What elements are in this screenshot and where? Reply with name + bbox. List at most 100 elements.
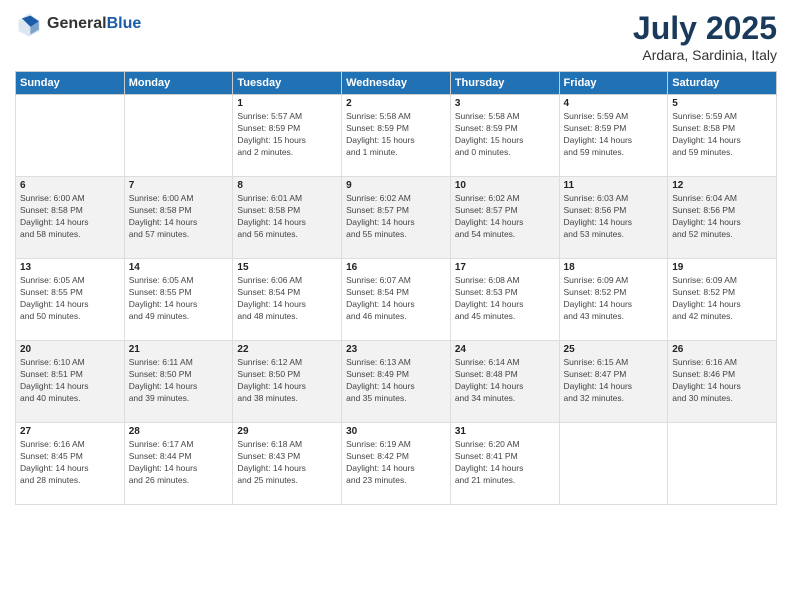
week-row-3: 13 Sunrise: 6:05 AM Sunset: 8:55 PM Dayli… [16,259,777,341]
day-info: Sunrise: 6:13 AM Sunset: 8:49 PM Dayligh… [346,357,446,405]
day-number: 6 [20,180,120,191]
day-info: Sunrise: 6:10 AM Sunset: 8:51 PM Dayligh… [20,357,120,405]
col-sunday: Sunday [16,72,125,95]
day-number: 22 [237,344,337,355]
table-cell: 1 Sunrise: 5:57 AM Sunset: 8:59 PM Daylig… [233,95,342,177]
day-number: 31 [455,426,555,437]
table-cell: 11 Sunrise: 6:03 AM Sunset: 8:56 PM Dayli… [559,177,668,259]
table-cell: 30 Sunrise: 6:19 AM Sunset: 8:42 PM Dayli… [342,423,451,505]
col-monday: Monday [124,72,233,95]
day-number: 13 [20,262,120,273]
logo-blue: Blue [107,15,142,32]
day-info: Sunrise: 6:07 AM Sunset: 8:54 PM Dayligh… [346,275,446,323]
day-number: 10 [455,180,555,191]
day-info: Sunrise: 6:15 AM Sunset: 8:47 PM Dayligh… [564,357,664,405]
week-row-2: 6 Sunrise: 6:00 AM Sunset: 8:58 PM Daylig… [16,177,777,259]
table-cell: 5 Sunrise: 5:59 AM Sunset: 8:58 PM Daylig… [668,95,777,177]
table-cell: 6Sunrise: 6:00 AM Sunset: 8:58 PM Daylig… [16,177,125,259]
day-number: 28 [129,426,229,437]
day-info: Sunrise: 6:16 AM Sunset: 8:45 PM Dayligh… [20,439,120,487]
day-info: Sunrise: 6:05 AM Sunset: 8:55 PM Dayligh… [129,275,229,323]
day-info: Sunrise: 6:00 AM Sunset: 8:58 PM Dayligh… [129,193,229,241]
table-cell: 4 Sunrise: 5:59 AM Sunset: 8:59 PM Daylig… [559,95,668,177]
logo-icon [15,10,43,38]
table-cell: 27 Sunrise: 6:16 AM Sunset: 8:45 PM Dayli… [16,423,125,505]
table-cell: 24Sunrise: 6:14 AM Sunset: 8:48 PM Dayli… [450,341,559,423]
day-info: Sunrise: 6:04 AM Sunset: 8:56 PM Dayligh… [672,193,772,241]
day-number: 27 [20,426,120,437]
day-number: 9 [346,180,446,191]
day-number: 19 [672,262,772,273]
day-info: Sunrise: 6:06 AM Sunset: 8:54 PM Dayligh… [237,275,337,323]
day-info: Sunrise: 6:02 AM Sunset: 8:57 PM Dayligh… [455,193,555,241]
day-info: Sunrise: 5:57 AM Sunset: 8:59 PM Dayligh… [237,111,337,159]
day-info: Sunrise: 5:58 AM Sunset: 8:59 PM Dayligh… [346,111,446,159]
day-info: Sunrise: 6:03 AM Sunset: 8:56 PM Dayligh… [564,193,664,241]
table-cell: 20Sunrise: 6:10 AM Sunset: 8:51 PM Dayli… [16,341,125,423]
day-info: Sunrise: 6:11 AM Sunset: 8:50 PM Dayligh… [129,357,229,405]
logo-general: General [47,15,107,32]
day-info: Sunrise: 6:09 AM Sunset: 8:52 PM Dayligh… [564,275,664,323]
location: Ardara, Sardinia, Italy [633,47,777,63]
table-cell: 9 Sunrise: 6:02 AM Sunset: 8:57 PM Daylig… [342,177,451,259]
day-info: Sunrise: 6:17 AM Sunset: 8:44 PM Dayligh… [129,439,229,487]
table-cell: 31 Sunrise: 6:20 AM Sunset: 8:41 PM Dayli… [450,423,559,505]
day-number: 26 [672,344,772,355]
col-wednesday: Wednesday [342,72,451,95]
table-cell: 10 Sunrise: 6:02 AM Sunset: 8:57 PM Dayli… [450,177,559,259]
day-number: 12 [672,180,772,191]
day-info: Sunrise: 6:20 AM Sunset: 8:41 PM Dayligh… [455,439,555,487]
day-number: 2 [346,98,446,109]
day-number: 5 [672,98,772,109]
day-number: 11 [564,180,664,191]
week-row-1: 1 Sunrise: 5:57 AM Sunset: 8:59 PM Daylig… [16,95,777,177]
table-cell: 18Sunrise: 6:09 AM Sunset: 8:52 PM Dayli… [559,259,668,341]
table-cell: 15Sunrise: 6:06 AM Sunset: 8:54 PM Dayli… [233,259,342,341]
day-info: Sunrise: 5:59 AM Sunset: 8:59 PM Dayligh… [564,111,664,159]
header-row: Sunday Monday Tuesday Wednesday Thursday… [16,72,777,95]
day-number: 3 [455,98,555,109]
day-number: 16 [346,262,446,273]
table-cell: 16 Sunrise: 6:07 AM Sunset: 8:54 PM Dayli… [342,259,451,341]
table-cell: 3Sunrise: 5:58 AM Sunset: 8:59 PM Daylig… [450,95,559,177]
table-cell: 29 Sunrise: 6:18 AM Sunset: 8:43 PM Dayli… [233,423,342,505]
day-info: Sunrise: 6:14 AM Sunset: 8:48 PM Dayligh… [455,357,555,405]
table-cell [16,95,125,177]
col-thursday: Thursday [450,72,559,95]
day-info: Sunrise: 6:01 AM Sunset: 8:58 PM Dayligh… [237,193,337,241]
table-cell: 14 Sunrise: 6:05 AM Sunset: 8:55 PM Dayli… [124,259,233,341]
day-number: 23 [346,344,446,355]
table-cell: 25 Sunrise: 6:15 AM Sunset: 8:47 PM Dayli… [559,341,668,423]
table-cell: 23 Sunrise: 6:13 AM Sunset: 8:49 PM Dayli… [342,341,451,423]
col-tuesday: Tuesday [233,72,342,95]
day-info: Sunrise: 5:59 AM Sunset: 8:58 PM Dayligh… [672,111,772,159]
table-cell: 21 Sunrise: 6:11 AM Sunset: 8:50 PM Dayli… [124,341,233,423]
day-info: Sunrise: 6:18 AM Sunset: 8:43 PM Dayligh… [237,439,337,487]
day-info: Sunrise: 6:19 AM Sunset: 8:42 PM Dayligh… [346,439,446,487]
col-saturday: Saturday [668,72,777,95]
day-number: 25 [564,344,664,355]
table-cell: 26Sunrise: 6:16 AM Sunset: 8:46 PM Dayli… [668,341,777,423]
day-info: Sunrise: 6:12 AM Sunset: 8:50 PM Dayligh… [237,357,337,405]
calendar-table: Sunday Monday Tuesday Wednesday Thursday… [15,71,777,505]
table-cell: 2 Sunrise: 5:58 AM Sunset: 8:59 PM Daylig… [342,95,451,177]
table-cell: 13Sunrise: 6:05 AM Sunset: 8:55 PM Dayli… [16,259,125,341]
day-number: 29 [237,426,337,437]
day-info: Sunrise: 6:02 AM Sunset: 8:57 PM Dayligh… [346,193,446,241]
day-number: 8 [237,180,337,191]
table-cell: 7Sunrise: 6:00 AM Sunset: 8:58 PM Daylig… [124,177,233,259]
table-cell: 22 Sunrise: 6:12 AM Sunset: 8:50 PM Dayli… [233,341,342,423]
month-title: July 2025 [633,10,777,47]
day-info: Sunrise: 6:09 AM Sunset: 8:52 PM Dayligh… [672,275,772,323]
table-cell [559,423,668,505]
table-cell: 12 Sunrise: 6:04 AM Sunset: 8:56 PM Dayli… [668,177,777,259]
table-cell [124,95,233,177]
week-row-5: 27 Sunrise: 6:16 AM Sunset: 8:45 PM Dayli… [16,423,777,505]
title-block: July 2025 Ardara, Sardinia, Italy [633,10,777,63]
col-friday: Friday [559,72,668,95]
day-number: 14 [129,262,229,273]
day-number: 1 [237,98,337,109]
day-number: 21 [129,344,229,355]
day-number: 30 [346,426,446,437]
day-number: 4 [564,98,664,109]
